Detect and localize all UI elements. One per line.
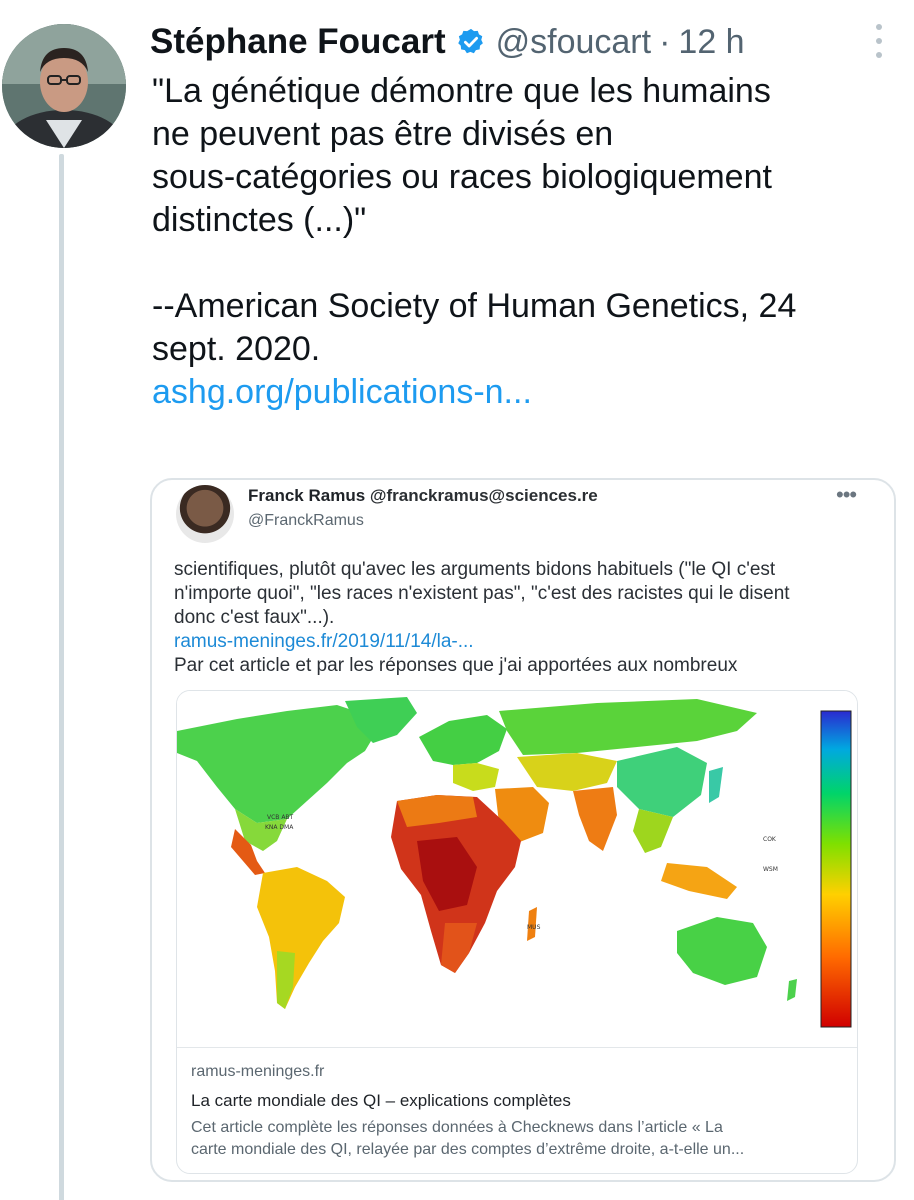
tweet-link[interactable]: ashg.org/publications-n... bbox=[152, 371, 902, 414]
link-card-description: Cet article complète les réponses donnée… bbox=[191, 1117, 851, 1161]
verified-badge-icon bbox=[456, 27, 486, 57]
quoted-more-icon: ••• bbox=[836, 482, 857, 507]
tweet-text-line: "La génétique démontre que les humains bbox=[152, 72, 771, 110]
world-map-image: VCB ABT KNA DMA COK WSM MUS bbox=[177, 691, 857, 1047]
quoted-text-after: Par cet article et par les réponses que … bbox=[174, 655, 738, 676]
tweet-attribution-line: --American Society of Human Genetics, 24 bbox=[152, 287, 797, 325]
link-preview-card: VCB ABT KNA DMA COK WSM MUS ramus-mening… bbox=[176, 690, 858, 1174]
quoted-text-line: n'importe quoi", "les races n'existent p… bbox=[174, 583, 790, 604]
tweet-text-line: distinctes (...)" bbox=[152, 201, 367, 239]
quoted-text-line: scientifiques, plutôt qu'avec les argume… bbox=[174, 559, 776, 580]
embedded-screenshot[interactable]: Franck Ramus @franckramus@sciences.re @F… bbox=[150, 478, 896, 1182]
svg-text:COK: COK bbox=[763, 836, 777, 843]
tweet-text-line: sous-catégories ou races biologiquement bbox=[152, 158, 772, 196]
svg-text:WSM: WSM bbox=[763, 866, 778, 873]
link-card-description-line: carte mondiale des QI, relayée par des c… bbox=[191, 1141, 745, 1158]
author-photo bbox=[2, 24, 126, 148]
more-options-icon[interactable] bbox=[870, 24, 888, 58]
quoted-text: scientifiques, plutôt qu'avec les argume… bbox=[174, 558, 874, 678]
quoted-text-line: donc c'est faux"...). bbox=[174, 607, 335, 628]
link-card-title: La carte mondiale des QI – explications … bbox=[191, 1091, 571, 1110]
svg-text:KNA DMA: KNA DMA bbox=[265, 824, 294, 831]
quoted-author-handle: @FranckRamus bbox=[248, 512, 364, 529]
tweet-text: "La génétique démontre que les humains n… bbox=[152, 70, 902, 414]
author-handle[interactable]: @sfoucart bbox=[496, 23, 651, 62]
card-divider bbox=[177, 1047, 857, 1048]
svg-text:MUS: MUS bbox=[527, 924, 541, 931]
quoted-author-alt-handle: @franckramus@sciences.re bbox=[369, 486, 598, 505]
tweet-attribution-line: sept. 2020. bbox=[152, 330, 321, 368]
svg-text:VCB ABT: VCB ABT bbox=[267, 814, 294, 821]
tweet-header: Stéphane Foucart @sfoucart · 12 h bbox=[150, 20, 745, 64]
author-name[interactable]: Stéphane Foucart bbox=[150, 22, 446, 62]
tweet-text-line: ne peuvent pas être divisés en bbox=[152, 115, 614, 153]
quoted-author-avatar bbox=[176, 485, 234, 543]
thread-line bbox=[59, 154, 64, 1200]
quoted-author-line: Franck Ramus @franckramus@sciences.re bbox=[248, 486, 598, 506]
quoted-author-name: Franck Ramus bbox=[248, 486, 366, 505]
separator-dot: · bbox=[659, 22, 671, 61]
link-card-domain: ramus-meninges.fr bbox=[191, 1063, 325, 1080]
tweet-timestamp[interactable]: 12 h bbox=[678, 23, 744, 62]
author-avatar[interactable] bbox=[2, 24, 126, 148]
link-card-description-line: Cet article complète les réponses donnée… bbox=[191, 1119, 723, 1136]
quoted-link: ramus-meninges.fr/2019/11/14/la-... bbox=[174, 631, 474, 652]
